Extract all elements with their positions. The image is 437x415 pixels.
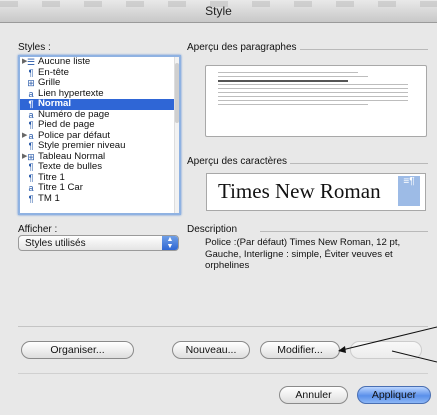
afficher-label: Afficher : [18, 224, 58, 235]
description-label: Description [187, 224, 238, 235]
preview-text-line [218, 96, 408, 97]
paragraph-icon: ¶ [28, 193, 34, 204]
styles-list-item[interactable]: ¶ Normal [20, 98, 179, 110]
paragraph-preview-label: Aperçu des paragraphes [187, 42, 297, 53]
nouveau-button[interactable]: Nouveau... [172, 341, 250, 359]
styles-list-item-label: En-tête [38, 66, 69, 78]
preview-text-line [218, 100, 408, 101]
preview-text-line [218, 92, 408, 93]
preview-text-line [218, 76, 368, 77]
styles-label: Styles : [18, 42, 51, 53]
styles-list-item-label: Normal [38, 98, 72, 109]
appliquer-button[interactable]: Appliquer [357, 386, 431, 404]
description-group-line [260, 231, 428, 232]
title-bar: Style [0, 0, 437, 23]
styles-list-item-label: TM 1 [38, 192, 60, 204]
character-style-icon: a [28, 88, 34, 99]
styles-list-item-label: Grille [38, 77, 61, 88]
window-title: Style [205, 4, 232, 18]
hidden-button [350, 341, 422, 359]
paragraph-icon: ¶ [28, 172, 34, 183]
paragraph-preview-group-line [300, 49, 428, 50]
character-preview-label: Aperçu des caractères [187, 156, 288, 167]
description-text: Police :(Par défaut) Times New Roman, 12… [205, 237, 401, 271]
afficher-popup[interactable]: Styles utilisés ▲ ▼ [18, 235, 179, 251]
styles-list-item-label: Pied de page [38, 119, 95, 130]
styles-list-item[interactable]: a Titre 1 Car [20, 182, 179, 194]
character-style-icon: a [28, 109, 34, 120]
character-preview: Times New Roman ≡¶ [206, 173, 426, 211]
preview-text-line [218, 88, 408, 89]
styles-list-item[interactable]: ⊞ Grille [20, 77, 179, 89]
styles-list-item-label: Numéro de page [38, 108, 110, 120]
preview-text-line [218, 84, 408, 85]
styles-list-item[interactable]: ¶ Pied de page [20, 119, 179, 131]
paragraph-preview [205, 65, 427, 137]
styles-list-item-label: Tableau Normal [38, 150, 106, 162]
popup-arrows-icon: ▲ ▼ [162, 236, 178, 250]
modifier-button[interactable]: Modifier... [260, 341, 340, 359]
paragraph-icon: ¶ [28, 99, 34, 109]
styles-list-item-label: Titre 1 Car [38, 182, 83, 193]
organiser-button[interactable]: Organiser... [21, 341, 134, 359]
styles-list-item-label: Style premier niveau [38, 140, 126, 151]
paragraph-icon: ¶ [28, 162, 34, 172]
styles-list-item-label: Aucune liste [38, 56, 91, 67]
paragraph-icon: ¶ [28, 120, 34, 130]
styles-list-item-label: Lien hypertexte [38, 87, 104, 99]
styles-list-item-label: Texte de bulles [38, 161, 102, 172]
character-preview-sample: Times New Roman [218, 179, 381, 203]
styles-list-scrollbar[interactable] [174, 57, 179, 213]
annuler-button[interactable]: Annuler [279, 386, 348, 404]
styles-list-item-label: Police par défaut [38, 129, 110, 141]
styles-list-item[interactable]: ¶ Style premier niveau [20, 140, 179, 152]
styles-list[interactable]: ▶ ☰ Aucune liste ¶ En-tête ⊞ Grille a Lien hyper… [18, 55, 181, 215]
preview-current-paragraph-line [218, 80, 348, 82]
styles-list-item[interactable]: ¶ Texte de bulles [20, 161, 179, 173]
styles-list-item[interactable]: ¶ TM 1 [20, 192, 179, 205]
styles-list-item-label: Titre 1 [38, 171, 65, 183]
separator [18, 326, 428, 327]
paragraph-mark-icon: ≡¶ [398, 176, 420, 206]
afficher-value: Styles utilisés [25, 238, 86, 249]
paragraph-icon: ¶ [28, 67, 34, 78]
styles-list-item[interactable]: ▶ ☰ Aucune liste [20, 57, 179, 68]
preview-text-line [218, 104, 368, 105]
table-icon: ⊞ [27, 151, 35, 162]
character-style-icon: a [28, 130, 34, 141]
character-preview-group-line [290, 163, 428, 164]
separator-bottom [18, 373, 428, 374]
list-icon: ☰ [27, 57, 36, 67]
paragraph-icon: ¶ [28, 141, 34, 151]
preview-text-line [218, 72, 358, 73]
table-icon: ⊞ [27, 78, 35, 88]
character-style-icon: a [28, 183, 34, 193]
